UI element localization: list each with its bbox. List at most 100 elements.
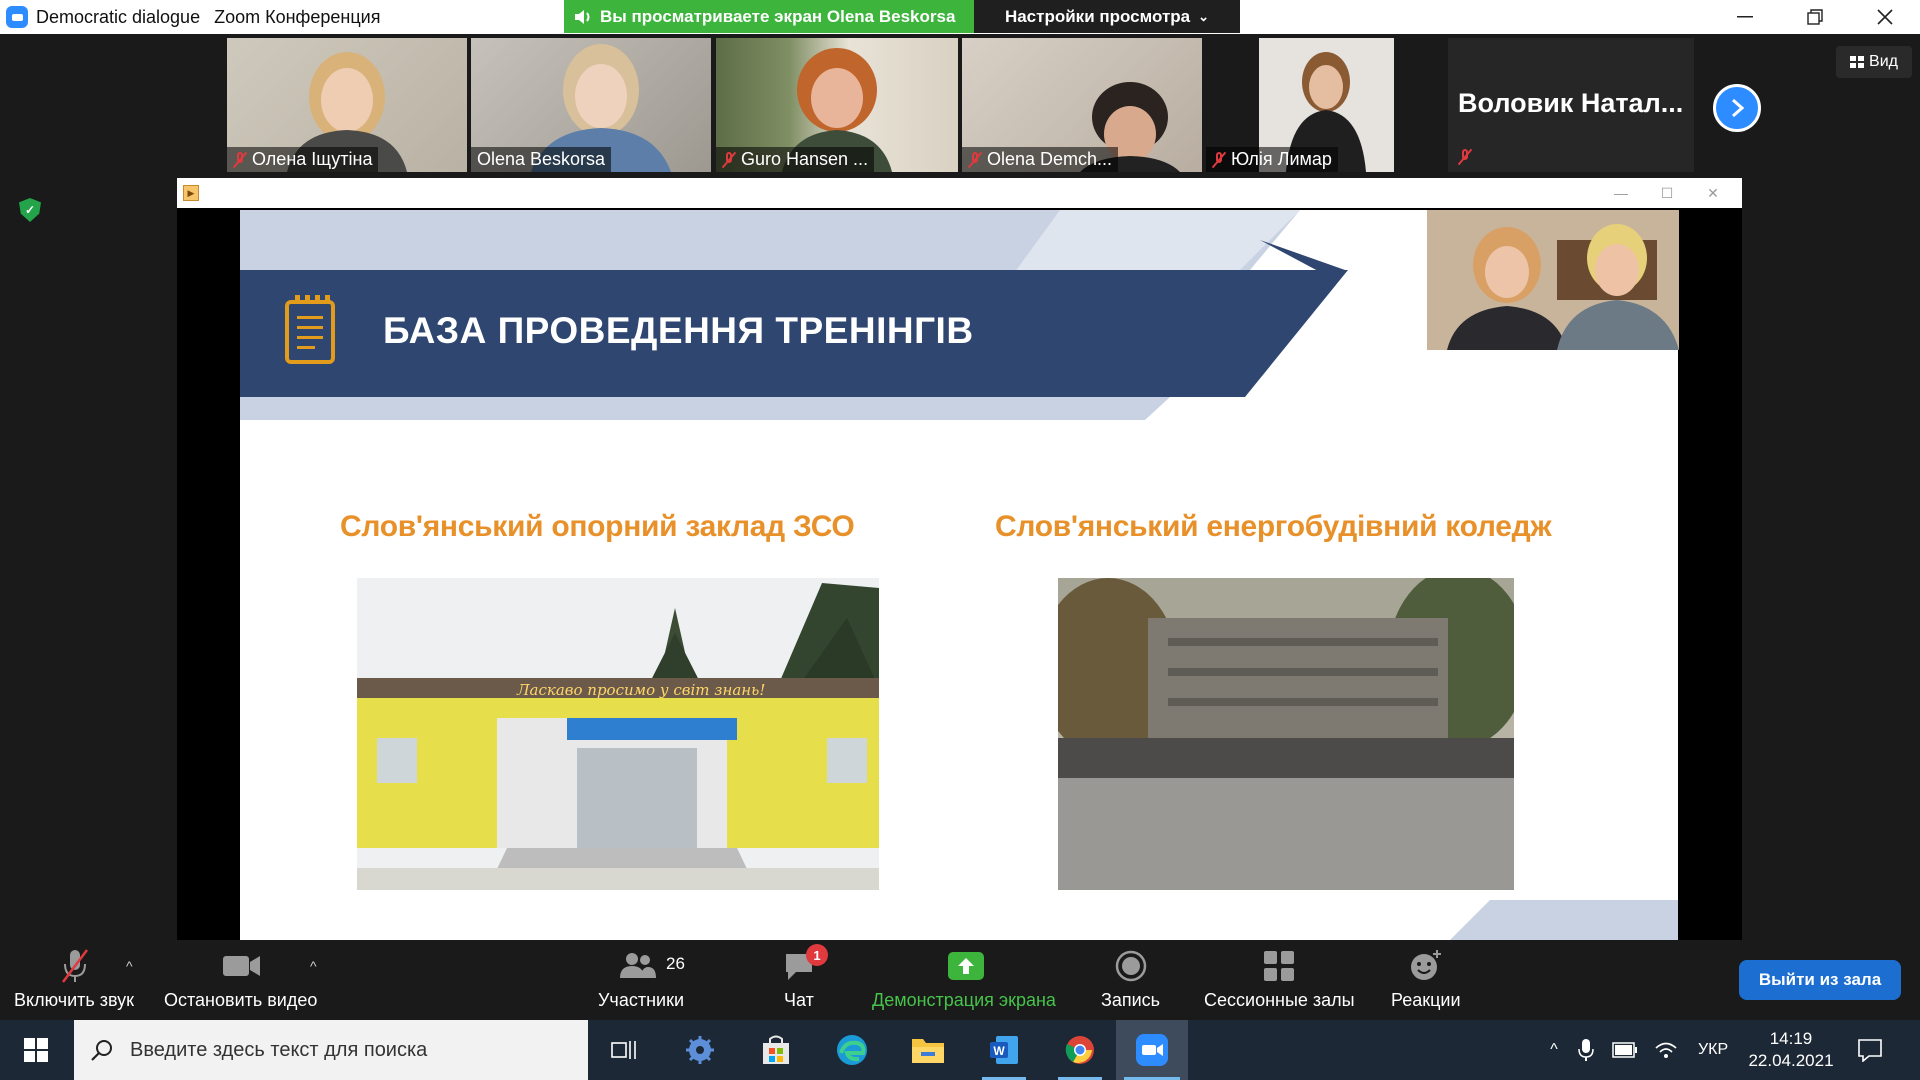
share-screen-label: Демонстрация экрана <box>872 990 1056 1010</box>
system-tray: ^ УКР <box>1536 1020 1728 1080</box>
view-settings-button[interactable]: Настройки просмотра ⌄ <box>974 0 1240 33</box>
chat-button[interactable]: 1 Чат <box>770 940 830 1020</box>
chrome-icon <box>1065 1036 1094 1064</box>
taskbar-search-box[interactable]: Введите здесь текст для поиска <box>74 1020 588 1080</box>
taskbar-app-store[interactable] <box>746 1020 806 1080</box>
slide-title: БАЗА ПРОВЕДЕННЯ ТРЕНІНГІВ <box>383 310 974 351</box>
school-photo: Ласкаво просимо у світ знань! <box>357 578 879 890</box>
stop-video-label: Остановить видео <box>164 990 318 1010</box>
app-name: Democratic dialogue <box>36 6 201 27</box>
shared-maximize-icon: ☐ <box>1660 184 1674 201</box>
participants-button[interactable]: 26 Участники <box>590 940 690 1020</box>
share-screen-button[interactable]: Демонстрация экрана <box>868 940 1064 1020</box>
reactions-icon <box>1411 950 1441 980</box>
taskbar-app-file-explorer[interactable] <box>898 1020 958 1080</box>
minimize-button[interactable] <box>1710 0 1780 34</box>
left-photo-caption: Слов'янський опорний заклад ЗСО <box>340 510 855 543</box>
participant-name: Guro Hansen ... <box>741 149 869 169</box>
view-button[interactable]: Вид <box>1836 46 1912 78</box>
edge-browser-icon <box>837 1035 867 1065</box>
notebook-icon <box>285 295 335 364</box>
chat-unread-badge: 1 <box>806 944 828 966</box>
share-banner: Вы просматриваете экран Olena Beskorsa <box>564 0 974 33</box>
security-shield-icon[interactable]: ✓ <box>19 198 41 222</box>
clock-time: 14:19 <box>1769 1028 1813 1048</box>
chat-label: Чат <box>784 990 814 1010</box>
speaker-icon <box>575 9 590 24</box>
show-hidden-icons-chevron-icon[interactable]: ^ <box>1536 1041 1572 1059</box>
taskbar-app-settings[interactable] <box>670 1020 730 1080</box>
task-view-icon <box>611 1041 636 1059</box>
reactions-label: Реакции <box>1391 990 1461 1010</box>
participant-tile-no-video[interactable]: Воловик Натал... <box>1448 38 1694 172</box>
search-placeholder: Введите здесь текст для поиска <box>130 1038 428 1061</box>
participant-tile[interactable]: Olena Demch... <box>962 38 1202 172</box>
action-center-button[interactable] <box>1840 1020 1900 1080</box>
wifi-icon[interactable] <box>1654 1040 1678 1060</box>
breakout-rooms-button[interactable]: Сессионные залы <box>1200 940 1360 1020</box>
video-options-caret-icon[interactable]: ^ <box>310 958 317 974</box>
participants-count: 26 <box>666 954 685 973</box>
gear-icon <box>686 1036 714 1064</box>
participant-name: Юлія Лимар <box>1231 149 1332 169</box>
microphone-icon[interactable] <box>1578 1038 1594 1062</box>
view-settings-label: Настройки просмотра <box>1004 6 1191 26</box>
mic-muted-icon <box>967 151 983 169</box>
taskbar-app-edge[interactable] <box>822 1020 882 1080</box>
mic-muted-icon <box>721 151 737 169</box>
zoom-window: Democratic dialogue Zoom Конференция Вы … <box>0 0 1920 1080</box>
participants-label: Участники <box>598 990 684 1010</box>
input-language-indicator[interactable]: УКР <box>1698 1041 1728 1059</box>
minimize-icon <box>1737 16 1753 18</box>
windows-taskbar: Введите здесь текст для поиска W ^ УКР 1… <box>0 1020 1920 1080</box>
audio-options-caret-icon[interactable]: ^ <box>126 958 133 974</box>
shared-window-titlebar: ▶ — ☐ ✕ <box>177 178 1742 208</box>
taskbar-app-word[interactable]: W <box>974 1020 1034 1080</box>
record-icon <box>1115 950 1147 982</box>
video-camera-icon <box>223 956 260 976</box>
participant-name: Воловик Натал... <box>1458 88 1684 118</box>
shared-minimize-icon: — <box>1614 185 1628 201</box>
chevron-right-icon <box>1732 98 1745 118</box>
participant-name: Олена Іщутіна <box>252 149 373 169</box>
record-button[interactable]: Запись <box>1095 940 1165 1020</box>
participant-name: Olena Demch... <box>987 149 1113 169</box>
zoom-app-icon <box>6 6 28 28</box>
reactions-button[interactable]: Реакции <box>1385 940 1465 1020</box>
share-banner-text: Вы просматриваете экран Olena Beskorsa <box>600 6 956 26</box>
meeting-toolbar: ^ Включить звук ^ Остановить видео 26 Уч… <box>0 940 1920 1020</box>
right-photo-caption: Слов'янський енергобудівний коледж <box>995 510 1552 543</box>
close-icon <box>1877 9 1893 25</box>
participant-name-bar: Олена Іщутіна <box>227 147 379 172</box>
restore-button[interactable] <box>1780 0 1850 34</box>
shared-close-icon: ✕ <box>1707 184 1719 201</box>
mic-muted-icon <box>62 949 88 983</box>
shared-screen: ▶ — ☐ ✕ БАЗА ПРОВЕДЕННЯ ТРЕНІНГІВ Слов'я… <box>177 178 1742 940</box>
participant-strip: Олена Іщутіна Olena Beskorsa Guro Hansen… <box>0 34 1920 176</box>
stop-video-button[interactable]: ^ Остановить видео <box>160 940 330 1020</box>
window-title: Zoom Конференция <box>214 6 381 27</box>
task-view-button[interactable] <box>594 1020 654 1080</box>
participant-name: Olena Beskorsa <box>477 149 606 169</box>
participant-tile[interactable]: Olena Beskorsa <box>471 38 711 172</box>
leave-room-button[interactable]: Выйти из зала <box>1739 960 1901 1000</box>
participant-name-bar: Юлія Лимар <box>1206 147 1338 172</box>
clock-date: 22.04.2021 <box>1748 1051 1834 1070</box>
presenter-video <box>1427 210 1679 350</box>
search-icon <box>91 1040 112 1061</box>
close-button[interactable] <box>1850 0 1920 34</box>
mic-muted-icon <box>232 151 248 169</box>
participant-tile-active-speaker[interactable]: Guro Hansen ... <box>716 38 958 172</box>
participant-tile[interactable]: Олена Іщутіна <box>227 38 467 172</box>
battery-icon[interactable] <box>1612 1042 1638 1058</box>
taskbar-app-chrome[interactable] <box>1050 1020 1110 1080</box>
grid-icon <box>1850 56 1865 68</box>
presentation-app-icon: ▶ <box>183 185 199 201</box>
start-button[interactable] <box>6 1020 66 1080</box>
taskbar-app-zoom[interactable] <box>1116 1020 1188 1080</box>
system-clock[interactable]: 14:19 22.04.2021 <box>1736 1020 1846 1080</box>
participant-tile[interactable]: Юлія Лимар <box>1206 38 1394 172</box>
record-label: Запись <box>1101 990 1161 1010</box>
next-page-button[interactable] <box>1713 84 1761 132</box>
unmute-button[interactable]: ^ Включить звук <box>0 940 156 1020</box>
